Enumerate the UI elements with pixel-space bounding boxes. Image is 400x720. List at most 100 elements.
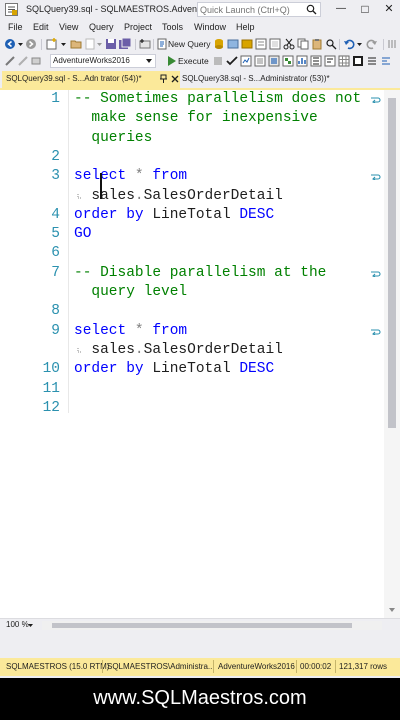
new-project-icon[interactable] (46, 38, 58, 50)
code-line[interactable]: -- Sometimes parallelism does not (74, 90, 361, 109)
code-line[interactable]: sales.SalesOrderDetail (74, 187, 283, 206)
results-to-grid-icon[interactable] (338, 55, 350, 67)
horizontal-scroll-thumb[interactable] (52, 623, 352, 628)
intellisense-icon[interactable] (268, 55, 280, 67)
code-token: make sense for inexpensive (74, 110, 318, 127)
add-connection-icon[interactable] (139, 38, 151, 50)
maximize-button[interactable]: □ (357, 2, 373, 17)
gutter-divider (68, 90, 69, 413)
cancel-query-icon[interactable] (212, 55, 224, 67)
code-token: -- Sometimes parallelism does not (74, 91, 362, 107)
mdx-query-icon[interactable] (227, 38, 239, 50)
quick-launch-input[interactable] (200, 3, 304, 16)
code-line[interactable]: query level (74, 283, 187, 302)
doc-dropdown-icon[interactable] (96, 38, 103, 50)
client-stats-icon[interactable] (310, 55, 322, 67)
comment-out-icon[interactable] (366, 55, 378, 67)
back-dropdown-icon[interactable] (17, 38, 24, 50)
save-icon[interactable] (105, 38, 117, 50)
horizontal-scrollbar[interactable] (42, 621, 382, 630)
close-tab-icon[interactable] (171, 75, 179, 83)
save-all-icon[interactable] (119, 38, 131, 50)
tab-sqlquery39-label: SQLQuery39.sql - S...Adn trator (54))* (6, 74, 142, 83)
dax-query-icon[interactable] (269, 38, 281, 50)
minimize-button[interactable]: — (333, 2, 349, 17)
live-stats-icon[interactable] (296, 55, 308, 67)
vertical-scroll-thumb[interactable] (388, 98, 396, 428)
menu-query[interactable]: Query (89, 22, 114, 32)
code-line[interactable]: sales.SalesOrderDetail (74, 341, 282, 360)
code-token: SalesOrderDetail (143, 187, 283, 204)
change-connection-icon[interactable] (30, 55, 42, 67)
search-icon[interactable] (306, 4, 317, 15)
code-line[interactable]: make sense for inexpensive (74, 109, 318, 128)
copy-icon[interactable] (297, 38, 309, 50)
tab-sqlquery39[interactable]: SQLQuery39.sql - S...Adn trator (54))* (2, 71, 180, 88)
new-query-icon[interactable] (156, 38, 168, 50)
toolbar-overflow-icon[interactable] (387, 38, 397, 50)
back-arrow-icon[interactable] (4, 38, 16, 50)
code-line[interactable]: select * from (74, 167, 187, 186)
database-selector[interactable]: AdventureWorks2016 (50, 54, 156, 68)
db-engine-query-icon[interactable] (213, 38, 225, 50)
actual-plan-icon[interactable] (282, 55, 294, 67)
quick-launch-box[interactable] (197, 2, 321, 17)
line-number: 12 (42, 399, 60, 416)
execute-button[interactable]: Execute (178, 56, 209, 66)
code-line[interactable]: select * from (74, 322, 187, 341)
uncomment-icon[interactable] (380, 55, 392, 67)
new-dropdown-icon[interactable] (60, 38, 67, 50)
word-wrap-icon (371, 329, 381, 335)
xmla-query-icon[interactable] (255, 38, 267, 50)
close-window-button[interactable]: ✕ (381, 2, 397, 17)
menu-tools[interactable]: Tools (162, 22, 183, 32)
menu-view[interactable]: View (59, 22, 78, 32)
code-line[interactable]: order by LineTotal DESC (74, 360, 274, 379)
scroll-down-arrow-icon[interactable] (388, 606, 396, 614)
execute-icon[interactable] (165, 55, 177, 67)
pin-icon[interactable] (159, 74, 168, 83)
results-to-file-icon[interactable] (352, 55, 364, 67)
code-line[interactable]: GO (74, 225, 91, 244)
estimated-plan-icon[interactable] (240, 55, 252, 67)
redo-icon[interactable] (366, 38, 378, 50)
code-token: GO (74, 226, 92, 243)
line-number: 8 (51, 303, 60, 320)
forward-arrow-icon[interactable] (25, 38, 37, 50)
menu-project[interactable]: Project (124, 22, 152, 32)
vertical-scrollbar[interactable] (384, 90, 400, 618)
menu-file[interactable]: File (8, 22, 23, 32)
find-icon[interactable] (325, 38, 337, 50)
menu-window[interactable]: Window (194, 22, 226, 32)
code-token: * (134, 168, 144, 185)
ssms-app-icon (5, 3, 18, 16)
tab-sqlquery38[interactable]: SQLQuery38.sql - S...Administrator (53))… (180, 70, 360, 88)
menu-help[interactable]: Help (236, 22, 255, 32)
disabled-doc-icon[interactable] (84, 38, 96, 50)
connect-icon[interactable] (4, 55, 16, 67)
line-number: 6 (51, 245, 60, 262)
undo-dropdown-icon[interactable] (356, 38, 363, 50)
cut-icon[interactable] (283, 38, 295, 50)
open-folder-icon[interactable] (70, 38, 82, 50)
code-token: from (143, 168, 188, 185)
query-editor[interactable]: 1 -- Sometimes parallelism does not make … (0, 90, 384, 618)
check-mark-icon[interactable] (226, 55, 238, 67)
status-elapsed: 00:00:02 (300, 662, 332, 671)
zoom-dropdown-icon[interactable] (27, 622, 34, 629)
code-line[interactable]: queries (74, 129, 152, 148)
undo-icon[interactable] (343, 38, 355, 50)
results-pane-area (0, 632, 400, 658)
status-login: SQLMAESTROS\Administra... (107, 662, 215, 671)
query-options-icon[interactable] (254, 55, 266, 67)
results-to-text-icon[interactable] (324, 55, 336, 67)
code-line[interactable]: -- Disable parallelism at the (74, 264, 326, 283)
dmx-query-icon[interactable] (241, 38, 253, 50)
new-query-button[interactable]: New Query (168, 39, 211, 49)
wrap-continuation-icon (77, 193, 82, 198)
disconnect-icon[interactable] (17, 55, 29, 67)
code-line[interactable]: order by LineTotal DESC (74, 206, 274, 225)
paste-icon[interactable] (311, 38, 323, 50)
menu-edit[interactable]: Edit (33, 22, 49, 32)
zoom-level[interactable]: 100 % (6, 620, 29, 629)
